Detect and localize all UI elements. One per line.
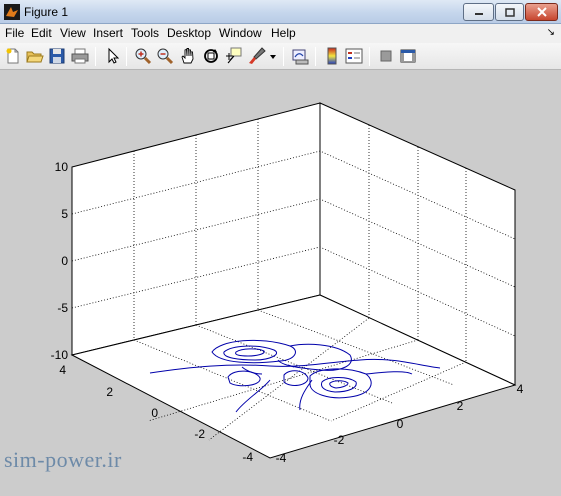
y-tick-label: -4 (242, 450, 253, 464)
open-file-icon[interactable] (26, 47, 44, 65)
y-tick-label: 4 (59, 363, 66, 377)
y-tick-label: 2 (106, 385, 113, 399)
toolbar-separator (369, 47, 370, 66)
menu-help[interactable]: Help (271, 26, 296, 40)
new-figure-icon[interactable] (4, 47, 22, 65)
brush-dropdown-icon[interactable] (268, 47, 278, 65)
x-tick-label: 4 (517, 382, 524, 396)
minimize-icon (474, 13, 483, 15)
menu-desktop[interactable]: Desktop (167, 26, 211, 40)
hide-plot-tools-icon[interactable] (377, 47, 395, 65)
z-tick-label: 5 (61, 207, 68, 221)
x-tick-label: 2 (457, 399, 464, 413)
legend-icon[interactable] (345, 47, 363, 65)
toolbar-separator (95, 47, 96, 66)
y-tick-label: -2 (194, 427, 205, 441)
dock-arrow-icon[interactable]: ↘ (547, 27, 555, 38)
axes-3d[interactable]: 10 5 0 -5 -10 4 2 0 -2 -4 -4 -2 0 2 4 (0, 71, 561, 496)
data-cursor-icon[interactable] (225, 47, 243, 65)
show-plot-tools-icon[interactable] (399, 47, 417, 65)
menu-tools[interactable]: Tools (131, 26, 159, 40)
zoom-in-icon[interactable] (134, 47, 152, 65)
menu-window[interactable]: Window (219, 26, 262, 40)
figure-toolbar (0, 43, 561, 70)
brush-icon[interactable] (248, 47, 266, 65)
close-icon (536, 7, 547, 17)
rotate-3d-icon[interactable] (202, 47, 220, 65)
menu-insert[interactable]: Insert (93, 26, 123, 40)
zoom-out-icon[interactable] (156, 47, 174, 65)
watermark-text: sim-power.ir (4, 447, 122, 472)
link-plot-icon[interactable] (291, 47, 309, 65)
x-tick-label: -4 (276, 451, 287, 465)
print-icon[interactable] (71, 47, 89, 65)
minimize-button[interactable] (463, 3, 494, 21)
maximize-icon (504, 7, 515, 17)
menu-bar: File Edit View Insert Tools Desktop Wind… (0, 24, 561, 43)
x-tick-label: -2 (334, 433, 345, 447)
y-tick-label: 0 (151, 406, 158, 420)
menu-view[interactable]: View (60, 26, 86, 40)
toolbar-separator (283, 47, 284, 66)
x-tick-label: 0 (397, 417, 404, 431)
window-titlebar: Figure 1 (0, 0, 561, 24)
close-button[interactable] (525, 3, 558, 21)
save-icon[interactable] (48, 47, 66, 65)
z-tick-label: -5 (57, 301, 68, 315)
maximize-button[interactable] (495, 3, 524, 21)
z-tick-label: 10 (55, 160, 69, 174)
menu-edit[interactable]: Edit (31, 26, 52, 40)
z-tick-label: -10 (51, 348, 69, 362)
toolbar-separator (315, 47, 316, 66)
window-title: Figure 1 (24, 5, 69, 19)
z-tick-label: 0 (61, 254, 68, 268)
menu-file[interactable]: File (5, 26, 24, 40)
toolbar-separator (126, 47, 127, 66)
pan-icon[interactable] (179, 47, 197, 65)
matlab-app-icon (4, 4, 20, 20)
colorbar-icon[interactable] (323, 47, 341, 65)
pointer-icon[interactable] (104, 47, 122, 65)
figure-canvas[interactable]: 10 5 0 -5 -10 4 2 0 -2 -4 -4 -2 0 2 4 (0, 71, 561, 496)
